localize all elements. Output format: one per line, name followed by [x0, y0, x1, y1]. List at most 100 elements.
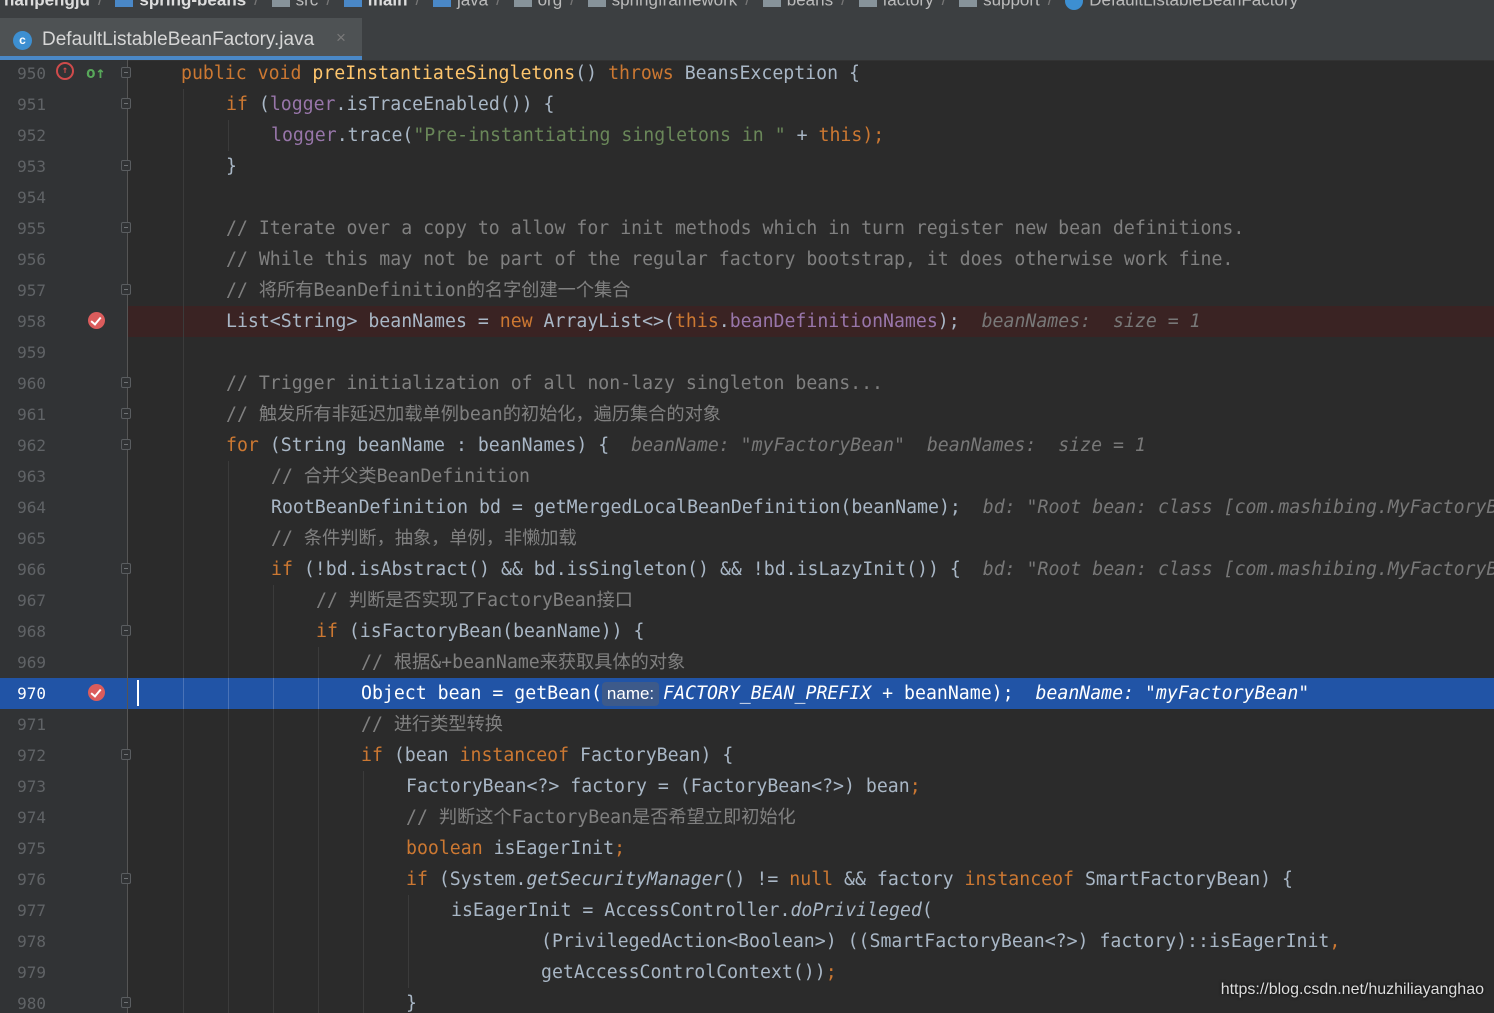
- breadcrumb-item[interactable]: org: [513, 0, 562, 11]
- package-icon: [587, 0, 606, 7]
- package-icon: [959, 0, 978, 7]
- folder-icon: [271, 0, 290, 7]
- code-line[interactable]: 976 if (System.getSecurityManager() != n…: [0, 864, 1494, 895]
- line-number: 951: [17, 95, 46, 114]
- editor-tab-bar: c DefaultListableBeanFactory.java ×: [0, 18, 1494, 61]
- line-number: 973: [17, 777, 46, 796]
- line-number: 966: [17, 560, 46, 579]
- code-editor[interactable]: 950 ↑ o↑ public void preInstantiateSingl…: [0, 60, 1494, 1013]
- text-caret: [137, 680, 139, 706]
- code-line[interactable]: 972 if (bean instanceof FactoryBean) {: [0, 740, 1494, 771]
- folder-icon: [432, 0, 451, 7]
- code-line[interactable]: 959: [0, 337, 1494, 368]
- breakpoint-icon[interactable]: [88, 312, 105, 329]
- code-line[interactable]: 960 // Trigger initialization of all non…: [0, 368, 1494, 399]
- breadcrumb-item[interactable]: factory: [858, 0, 934, 11]
- debug-inline-value: beanName: "myFactoryBean": [1035, 683, 1310, 704]
- breakpoint-icon[interactable]: [88, 684, 105, 701]
- code-line[interactable]: 957 // 将所有BeanDefinition的名字创建一个集合: [0, 275, 1494, 306]
- package-icon: [858, 0, 877, 7]
- breadcrumb-item[interactable]: DefaultListableBeanFactory: [1065, 0, 1298, 11]
- line-number: 969: [17, 653, 46, 672]
- debug-inline-value: bd: "Root bean: class [com.mashibing.MyF…: [982, 559, 1494, 580]
- line-number: 974: [17, 808, 46, 827]
- code-line[interactable]: 973 FactoryBean<?> factory = (FactoryBea…: [0, 771, 1494, 802]
- close-icon[interactable]: ×: [336, 28, 346, 48]
- tab-label: DefaultListableBeanFactory.java: [42, 29, 315, 50]
- line-number: 956: [17, 250, 46, 269]
- source-folder-icon: [343, 0, 362, 7]
- line-number: 952: [17, 126, 46, 145]
- code-line[interactable]: 951 if (logger.isTraceEnabled()) {: [0, 89, 1494, 120]
- java-class-icon: c: [13, 31, 32, 50]
- line-number: 960: [17, 374, 46, 393]
- debug-inline-value: beanNames: size = 1: [981, 311, 1201, 332]
- line-number: 971: [17, 715, 46, 734]
- code-line[interactable]: 966 if (!bd.isAbstract() && bd.isSinglet…: [0, 554, 1494, 585]
- module-folder-icon: [115, 0, 134, 7]
- code-line[interactable]: 953 }: [0, 151, 1494, 182]
- code-line[interactable]: 962 for (String beanName : beanNames) { …: [0, 430, 1494, 461]
- line-number: 972: [17, 746, 46, 765]
- line-number: 958: [17, 312, 46, 331]
- breadcrumb-item[interactable]: hanpengju: [4, 0, 90, 11]
- line-number: 968: [17, 622, 46, 641]
- code-line[interactable]: 968 if (isFactoryBean(beanName)) {: [0, 616, 1494, 647]
- line-number: 962: [17, 436, 46, 455]
- implements-method-icon[interactable]: o↑: [86, 63, 105, 83]
- code-line[interactable]: 961 // 触发所有非延迟加载单例bean的初始化，遍历集合的对象: [0, 399, 1494, 430]
- line-number: 957: [17, 281, 46, 300]
- code-line[interactable]: 977 isEagerInit = AccessController.doPri…: [0, 895, 1494, 926]
- code-line[interactable]: 974 // 判断这个FactoryBean是否希望立即初始化: [0, 802, 1494, 833]
- line-number: 964: [17, 498, 46, 517]
- line-number: 959: [17, 343, 46, 362]
- code-line[interactable]: 964 RootBeanDefinition bd = getMergedLoc…: [0, 492, 1494, 523]
- code-line[interactable]: 955 // Iterate over a copy to allow for …: [0, 213, 1494, 244]
- line-number: 963: [17, 467, 46, 486]
- breadcrumb-item[interactable]: springframework: [587, 0, 737, 11]
- code-line[interactable]: 978 (PrivilegedAction<Boolean>) ((SmartF…: [0, 926, 1494, 957]
- tab-defaultlistablebeanfactory[interactable]: c DefaultListableBeanFactory.java ×: [0, 18, 362, 60]
- overrides-method-icon[interactable]: ↑: [56, 62, 74, 80]
- line-number: 979: [17, 963, 46, 982]
- class-icon: [1065, 0, 1084, 10]
- watermark-text: https://blog.csdn.net/huzhiliayanghao: [1220, 981, 1484, 998]
- parameter-hint: name:: [601, 682, 660, 706]
- code-line[interactable]: 967 // 判断是否实现了FactoryBean接口: [0, 585, 1494, 616]
- breadcrumb-bar: hanpengju/ spring-beans/ src/ main/ java…: [0, 0, 1494, 18]
- code-line[interactable]: 954: [0, 182, 1494, 213]
- code-line-breakpoint[interactable]: 958 List<String> beanNames = new ArrayLi…: [0, 306, 1494, 337]
- debug-inline-value: bd: "Root bean: class [com.mashibing.MyF…: [982, 497, 1494, 518]
- line-number: 955: [17, 219, 46, 238]
- line-number: 975: [17, 839, 46, 858]
- package-icon: [513, 0, 532, 7]
- code-line[interactable]: 971 // 进行类型转换: [0, 709, 1494, 740]
- line-number: 980: [17, 994, 46, 1013]
- line-number: 953: [17, 157, 46, 176]
- breadcrumb-item[interactable]: java: [432, 0, 488, 11]
- code-line[interactable]: 975 boolean isEagerInit;: [0, 833, 1494, 864]
- line-number: 967: [17, 591, 46, 610]
- code-line[interactable]: 965 // 条件判断，抽象，单例，非懒加载: [0, 523, 1494, 554]
- code-line[interactable]: 952 logger.trace("Pre-instantiating sing…: [0, 120, 1494, 151]
- line-number: 961: [17, 405, 46, 424]
- code-line[interactable]: 950 ↑ o↑ public void preInstantiateSingl…: [0, 60, 1494, 89]
- line-number: 970: [17, 684, 46, 703]
- line-number: 977: [17, 901, 46, 920]
- breadcrumb-item[interactable]: support: [959, 0, 1040, 11]
- line-number: 965: [17, 529, 46, 548]
- debug-inline-value: beanName: "myFactoryBean" beanNames: siz…: [631, 435, 1146, 456]
- breadcrumb-item[interactable]: spring-beans: [115, 0, 246, 11]
- package-icon: [762, 0, 781, 7]
- code-line[interactable]: 969 // 根据&+beanName来获取具体的对象: [0, 647, 1494, 678]
- code-line[interactable]: 963 // 合并父类BeanDefinition: [0, 461, 1494, 492]
- line-number: 976: [17, 870, 46, 889]
- breadcrumb-item[interactable]: main: [343, 0, 407, 11]
- code-line[interactable]: 956 // While this may not be part of the…: [0, 244, 1494, 275]
- breadcrumb-item[interactable]: beans: [762, 0, 833, 11]
- breadcrumb-item[interactable]: src: [271, 0, 318, 11]
- line-number: 954: [17, 188, 46, 207]
- code-line-execution-point[interactable]: 970 Object bean = getBean(name: FACTORY_B…: [0, 678, 1494, 709]
- line-number: 950: [17, 64, 46, 83]
- line-number: 978: [17, 932, 46, 951]
